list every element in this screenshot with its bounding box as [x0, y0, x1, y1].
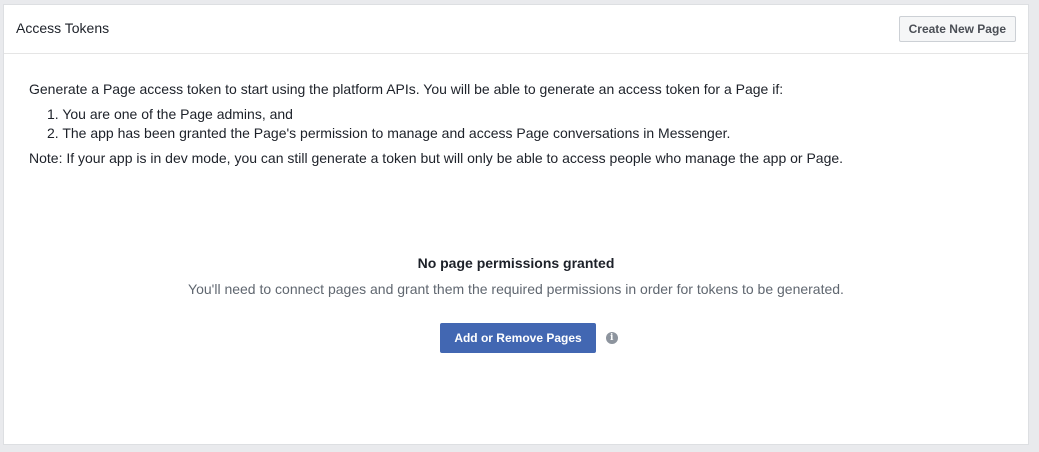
- info-icon[interactable]: i: [605, 332, 618, 344]
- panel-header: Access Tokens Create New Page: [4, 5, 1028, 54]
- empty-state: No page permissions granted You'll need …: [4, 255, 1028, 353]
- empty-state-title: No page permissions granted: [417, 255, 615, 271]
- panel-body: Generate a Page access token to start us…: [4, 54, 1028, 168]
- panel-title: Access Tokens: [16, 20, 110, 36]
- requirement-item: 2. The app has been granted the Page's p…: [47, 125, 731, 141]
- add-or-remove-pages-button[interactable]: Add or Remove Pages: [440, 323, 596, 353]
- action-row: Add or Remove Pages i: [440, 323, 618, 353]
- create-new-page-button[interactable]: Create New Page: [898, 16, 1016, 42]
- access-tokens-panel: Access Tokens Create New Page Generate a…: [3, 4, 1029, 445]
- dev-mode-note: Note: If your app is in dev mode, you ca…: [29, 150, 844, 166]
- requirements-list: 1. You are one of the Page admins, and 2…: [29, 105, 1003, 143]
- intro-text: Generate a Page access token to start us…: [29, 81, 784, 97]
- requirement-item: 1. You are one of the Page admins, and: [47, 106, 293, 122]
- empty-state-subtitle: You'll need to connect pages and grant t…: [188, 281, 844, 297]
